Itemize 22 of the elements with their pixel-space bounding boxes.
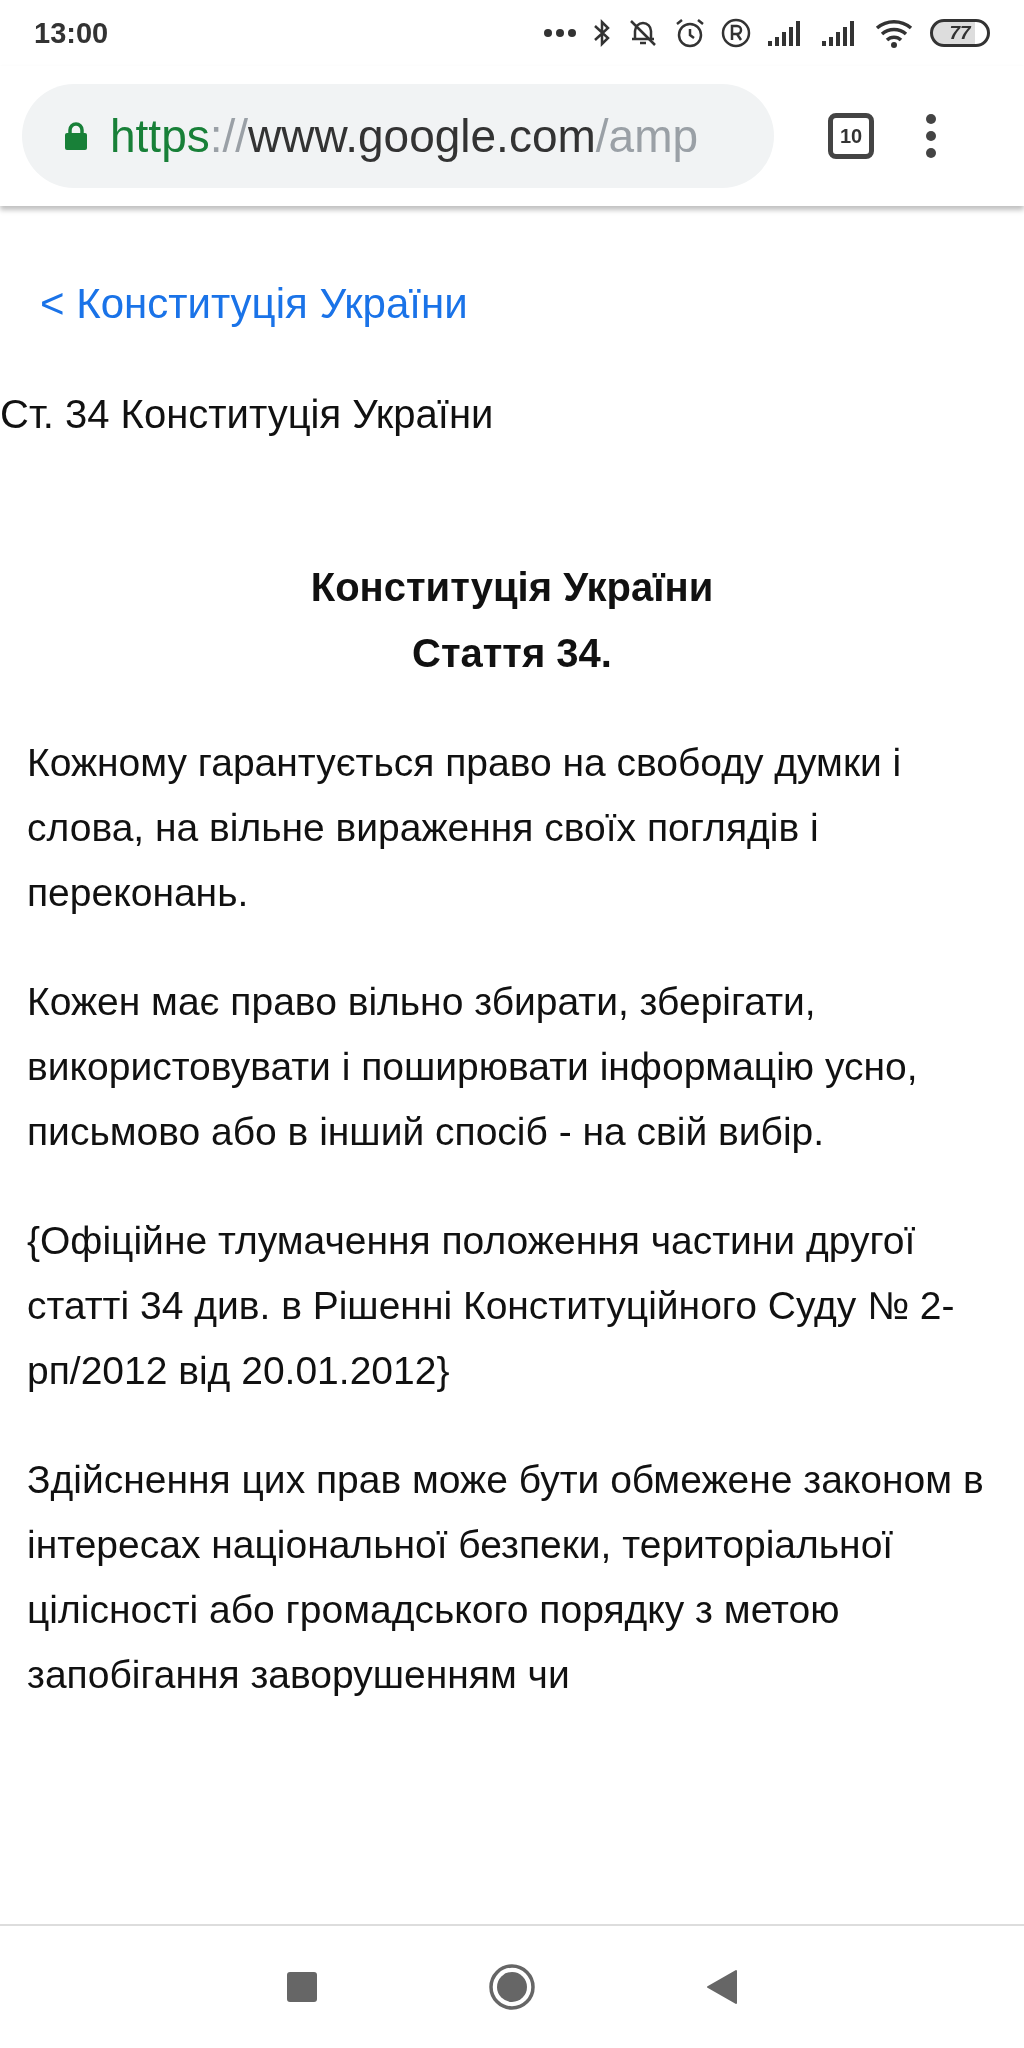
article-title: Стаття 34. [412,630,612,677]
article-paragraph: {Офіційне тлумачення положення частини другої статті 34 див. в Рішенні Конституційного Суду № 2-рп/2012 від 20.01.2012} [26,1218,956,1394]
home-icon[interactable] [488,1963,536,2011]
article-title: Конституція України [310,564,714,611]
article-paragraph: Здійснення цих прав може бути обмежене законом в інтересах національної безпеки, територіальної цілісності або громадського порядку з метою запобігання заворушенням чи [26,1457,985,1698]
battery-percent: 77 [949,22,971,44]
url-text: https://www.google.com/amp [110,109,699,163]
recent-apps-icon[interactable] [286,1971,318,2003]
bluetooth-icon [592,18,612,48]
article-paragraph: Кожен має право вільно збирати, зберігати, використовувати і поширювати інформацію усно, письмово або в інший спосіб - на свій вибір. [26,979,919,1155]
address-bar[interactable]: https://www.google.com/amp [22,84,774,188]
page-heading: Ст. 34 Конституція України [0,391,495,438]
tab-count-button[interactable]: 10 [828,113,874,159]
menu-icon[interactable] [924,113,938,159]
article-paragraph: Кожному гарантується право на свободу думки і слова, на вільне вираження своїх поглядів і переконань. [26,740,903,916]
registered-icon [720,17,752,49]
lock-icon [64,121,88,151]
alarm-clock-icon [674,17,706,49]
status-time: 13:00 [34,16,109,50]
back-icon[interactable] [706,1969,738,2005]
back-link[interactable]: < Конституція України [40,276,1024,332]
more-notifications-icon [542,27,578,39]
